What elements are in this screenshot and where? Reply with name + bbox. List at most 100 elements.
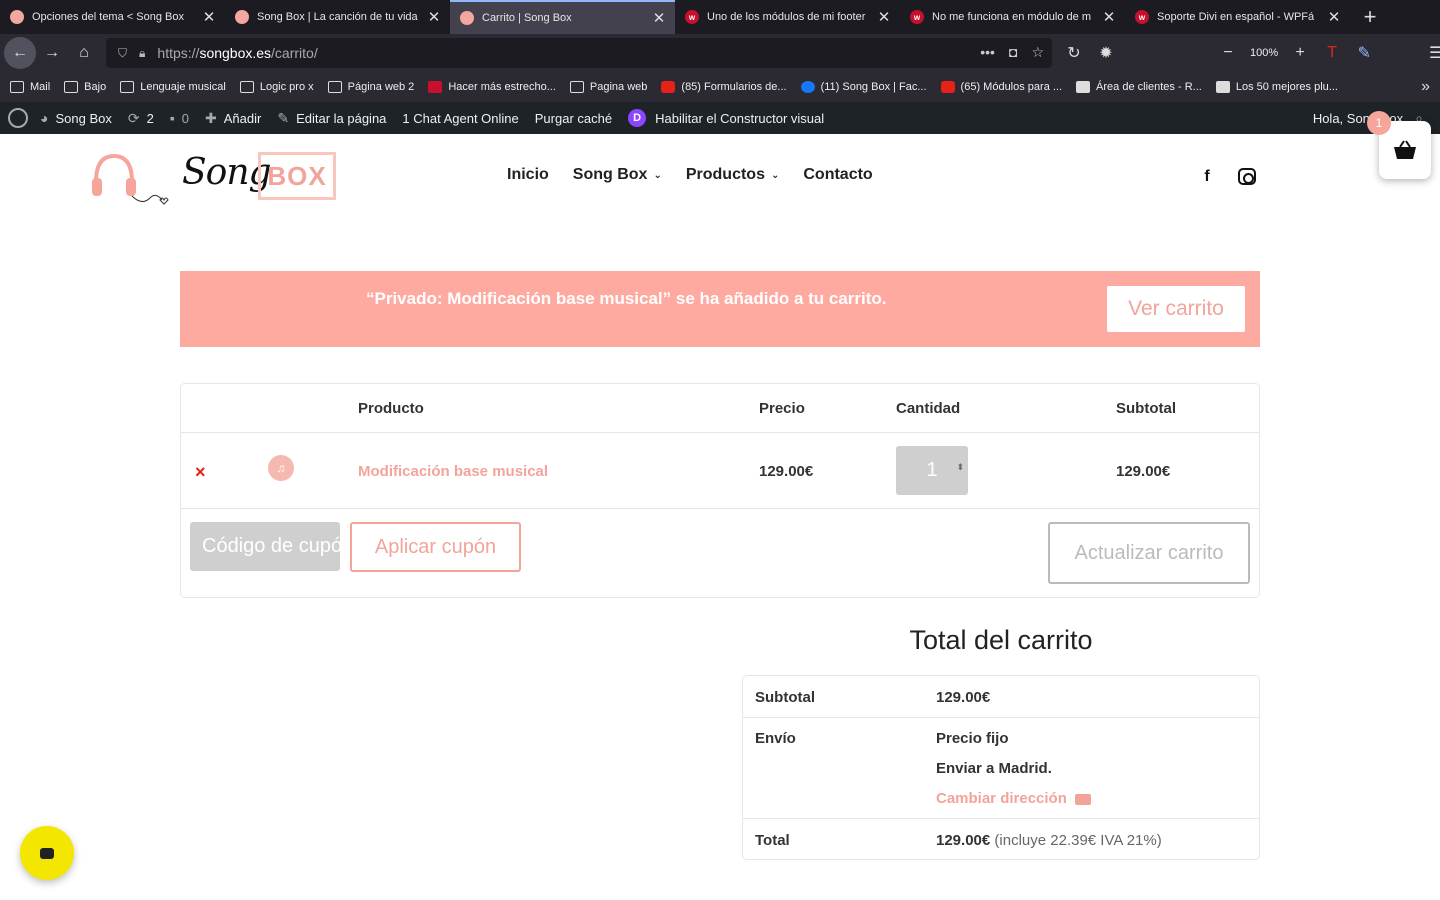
extension-pen-icon[interactable]: ✎ xyxy=(1348,37,1380,69)
menu-item-productos[interactable]: Productos ⌄ xyxy=(686,166,780,184)
menu-hamburger-icon[interactable]: ☰ xyxy=(1420,37,1440,69)
shield-icon[interactable]: ⛉ xyxy=(118,46,127,61)
item-subtotal: 129.00€ xyxy=(1116,463,1171,480)
extension-gear-icon[interactable]: ✹ xyxy=(1090,37,1122,69)
bookmark-star-icon[interactable]: ☆ xyxy=(1031,44,1044,61)
admin-add-new[interactable]: ✚ Añadir xyxy=(197,102,269,134)
bookmarks-bar: Mail Bajo Lenguaje musical Logic pro x P… xyxy=(0,72,1440,102)
bookmark-item[interactable]: (65) Módulos para ... xyxy=(940,81,1062,93)
remove-item-button[interactable]: × xyxy=(195,462,206,483)
total-label: Total xyxy=(755,832,790,849)
view-cart-button[interactable]: Ver carrito xyxy=(1107,286,1245,332)
browser-tab[interactable]: Song Box | La canción de tu vida ✕ xyxy=(225,0,450,34)
browser-tab[interactable]: Opciones del tema < Song Box ✕ xyxy=(0,0,225,34)
column-header-subtotal: Subtotal xyxy=(1116,400,1176,417)
updates-icon: ⟳ xyxy=(127,109,140,126)
close-tab-icon[interactable]: ✕ xyxy=(201,8,217,26)
change-address-link[interactable]: Cambiar dirección xyxy=(936,790,1091,807)
tab-title: Song Box | La canción de tu vida xyxy=(257,11,418,23)
new-tab-button[interactable]: + xyxy=(1350,0,1390,34)
browser-nav-bar: ← → ⌂ ⛉ 🔒︎ https://songbox.es/carrito/ •… xyxy=(0,34,1440,72)
folder-icon xyxy=(327,81,342,93)
url-bar[interactable]: ⛉ 🔒︎ https://songbox.es/carrito/ ••• ◘ ☆ xyxy=(106,38,1052,68)
product-name-link[interactable]: Modificación base musical xyxy=(358,463,548,480)
admin-site-link[interactable]: ◕ Song Box xyxy=(32,102,120,134)
chevron-more-icon[interactable]: » xyxy=(1421,78,1430,96)
coupon-code-input[interactable]: Código de cupón xyxy=(190,522,340,571)
youtube-icon xyxy=(661,81,676,93)
quantity-stepper[interactable]: 1 ⬍ xyxy=(896,446,968,495)
page-actions-icon[interactable]: ••• xyxy=(980,44,995,61)
admin-divi-builder[interactable]: D Habilitar el Constructor visual xyxy=(620,102,832,134)
wpfacil-icon xyxy=(428,81,443,93)
admin-edit-page[interactable]: ✎ Editar la página xyxy=(269,102,394,134)
chevron-down-icon: ⌄ xyxy=(653,169,662,181)
close-tab-icon[interactable]: ✕ xyxy=(1326,8,1342,26)
column-header-product: Producto xyxy=(358,400,424,417)
forward-button[interactable]: → xyxy=(36,37,68,69)
tab-title: Opciones del tema < Song Box xyxy=(32,11,184,23)
bookmark-item[interactable]: (85) Formularios de... xyxy=(661,81,787,93)
subtotal-value: 129.00€ xyxy=(936,689,991,706)
zoom-in-button[interactable]: + xyxy=(1284,37,1316,69)
back-button[interactable]: ← xyxy=(4,37,36,69)
apply-coupon-button[interactable]: Aplicar cupón xyxy=(350,522,521,572)
menu-item-song-box[interactable]: Song Box ⌄ xyxy=(573,166,662,184)
bookmark-item[interactable]: Los 50 mejores plu... xyxy=(1215,81,1338,93)
bookmark-item[interactable]: Página web 2 xyxy=(327,81,414,93)
lock-icon[interactable]: 🔒︎ xyxy=(139,46,145,61)
site-header: Song BOX Inicio Song Box ⌄ Productos ⌄ Con… xyxy=(0,134,1440,220)
dashboard-icon: ◕ xyxy=(40,110,49,126)
wordpress-logo-icon[interactable] xyxy=(8,108,28,128)
reload-button[interactable]: ↻ xyxy=(1058,37,1090,69)
browser-tab-bar: Opciones del tema < Song Box ✕ Song Box … xyxy=(0,0,1440,34)
menu-item-contacto[interactable]: Contacto xyxy=(803,166,872,184)
pocket-icon[interactable]: ◘ xyxy=(1009,44,1017,61)
browser-tab[interactable]: w Uno de los módulos de mi footer ✕ xyxy=(675,0,900,34)
menu-item-inicio[interactable]: Inicio xyxy=(507,166,549,184)
bookmark-item[interactable]: Lenguaje musical xyxy=(120,81,226,93)
zoom-out-button[interactable]: − xyxy=(1212,37,1244,69)
bookmark-item[interactable]: Bajo xyxy=(64,81,106,93)
chat-widget-button[interactable] xyxy=(20,826,74,880)
bookmark-item[interactable]: Hacer más estrecho... xyxy=(428,81,556,93)
url-text[interactable]: https://songbox.es/carrito/ xyxy=(157,45,317,61)
browser-tab[interactable]: w No me funciona en módulo de m ✕ xyxy=(900,0,1125,34)
folder-icon xyxy=(10,81,24,93)
bookmark-item[interactable]: Mail xyxy=(10,81,50,93)
close-tab-icon[interactable]: ✕ xyxy=(426,8,442,26)
instagram-icon[interactable] xyxy=(1238,168,1256,185)
home-button[interactable]: ⌂ xyxy=(68,37,100,69)
admin-purge-cache[interactable]: Purgar caché xyxy=(527,102,620,134)
close-tab-icon[interactable]: ✕ xyxy=(651,9,667,27)
browser-tab[interactable]: w Soporte Divi en español - WPFá ✕ xyxy=(1125,0,1350,34)
admin-comments-link[interactable]: ▪ 0 xyxy=(162,102,197,134)
folder-icon xyxy=(239,81,254,93)
admin-chat-agent[interactable]: 1 Chat Agent Online xyxy=(394,102,526,134)
browser-tab-active[interactable]: Carrito | Song Box ✕ xyxy=(450,0,675,34)
zoom-level[interactable]: 100% xyxy=(1250,47,1278,59)
plus-icon: ✚ xyxy=(205,109,217,126)
bookmark-item[interactable]: Pagina web xyxy=(569,81,647,93)
facebook-icon[interactable]: f xyxy=(1198,168,1216,186)
tab-title: Soporte Divi en español - WPFá xyxy=(1157,11,1315,23)
close-tab-icon[interactable]: ✕ xyxy=(876,8,892,26)
folder-icon xyxy=(120,81,135,93)
quantity-value[interactable]: 1 xyxy=(926,459,937,482)
bookmark-item[interactable]: Logic pro x xyxy=(239,81,314,93)
stepper-arrows-icon[interactable]: ⬍ xyxy=(956,462,964,473)
extension-t-icon[interactable]: T xyxy=(1316,37,1348,69)
update-cart-button[interactable]: Actualizar carrito xyxy=(1048,522,1250,584)
close-tab-icon[interactable]: ✕ xyxy=(1101,8,1117,26)
folder-icon xyxy=(569,81,584,93)
divider xyxy=(743,717,1259,718)
bookmark-item[interactable]: Área de clientes - R... xyxy=(1076,81,1202,93)
bookmark-item[interactable]: (11) Song Box | Fac... xyxy=(800,81,927,93)
wpfacil-favicon-icon: w xyxy=(1135,10,1149,24)
site-logo[interactable]: Song BOX xyxy=(90,146,340,208)
music-note-icon[interactable]: ♫ xyxy=(268,455,294,481)
admin-updates-link[interactable]: ⟳ 2 xyxy=(120,102,162,134)
songbox-favicon-icon xyxy=(10,10,24,24)
